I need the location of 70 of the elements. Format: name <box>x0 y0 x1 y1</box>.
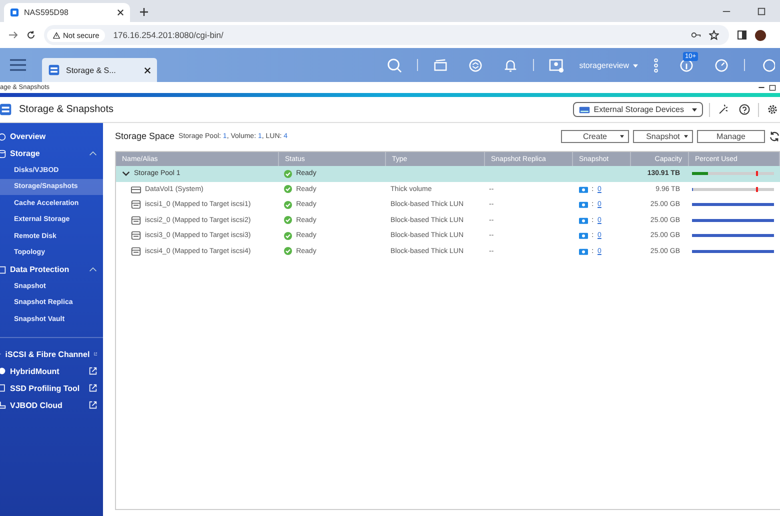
caret-icon <box>620 134 624 138</box>
section-title: Storage Space <box>115 131 175 141</box>
action-button[interactable]: Snapshot <box>633 130 693 142</box>
side-panel-icon[interactable] <box>737 30 747 40</box>
storage-app-icon <box>48 64 60 76</box>
lun-icon <box>131 216 141 225</box>
refresh-icon[interactable] <box>769 130 780 142</box>
lun-icon <box>131 246 141 256</box>
url-text: 176.16.254.201:8080/cgi-bin/ <box>113 30 224 40</box>
check-icon <box>284 170 292 178</box>
camera-icon <box>578 216 588 224</box>
volume-icon <box>131 184 141 194</box>
drive-icon <box>578 106 590 114</box>
reload-icon[interactable] <box>26 30 36 40</box>
close-icon[interactable] <box>144 66 151 74</box>
camera-icon <box>578 201 588 208</box>
sidebar-section[interactable]: Data Protection <box>0 261 103 278</box>
minimize-icon[interactable] <box>758 84 765 91</box>
menu-icon[interactable] <box>10 59 26 71</box>
check-icon <box>284 247 292 256</box>
external-link-icon <box>89 367 97 375</box>
sync-icon[interactable] <box>468 58 484 72</box>
sidebar-link[interactable]: VJBOD Cloud <box>0 396 103 414</box>
action-button[interactable]: Manage <box>697 130 765 142</box>
user-icon[interactable] <box>549 58 564 72</box>
external-link-icon <box>89 384 97 392</box>
forward-icon[interactable] <box>8 30 18 40</box>
app-title: Storage & Snapshots <box>19 104 114 115</box>
check-icon <box>284 200 292 209</box>
camera-icon <box>578 186 588 193</box>
action-button[interactable]: Create <box>561 130 629 142</box>
caret-icon <box>633 64 638 68</box>
gauge-icon[interactable] <box>714 58 729 72</box>
lun-icon <box>131 231 141 240</box>
external-link-icon <box>94 350 97 358</box>
warning-icon <box>53 32 60 38</box>
new-tab-icon[interactable] <box>140 8 148 16</box>
sidebar-link[interactable]: SSD Profiling Tool <box>0 380 103 396</box>
star-icon[interactable] <box>709 30 719 40</box>
bell-icon[interactable] <box>503 58 518 72</box>
external-link-icon <box>89 401 97 409</box>
search-icon[interactable] <box>387 58 402 72</box>
lun-icon <box>131 200 141 210</box>
close-icon[interactable] <box>117 9 124 16</box>
check-icon <box>284 185 292 194</box>
profile-avatar[interactable] <box>755 30 766 40</box>
sidebar-section[interactable]: Storage <box>0 145 103 162</box>
key-icon[interactable] <box>691 30 701 40</box>
chevron-icon[interactable] <box>122 170 130 178</box>
sidebar-link[interactable]: HybridMount <box>0 362 103 380</box>
camera-icon <box>578 232 588 240</box>
check-icon <box>284 216 292 224</box>
app-tab[interactable]: Storage & S... <box>42 58 157 82</box>
browser-tab[interactable]: NAS595D98 <box>4 3 130 22</box>
maximize-icon[interactable] <box>757 7 766 16</box>
sidebar-link[interactable]: iSCSI & Fibre Channel <box>0 346 103 362</box>
caret-icon <box>692 108 697 112</box>
settings-icon[interactable] <box>767 104 778 115</box>
cards-icon[interactable] <box>433 58 448 72</box>
caret-icon <box>684 134 688 138</box>
check-icon <box>284 232 292 240</box>
magic-wand-icon[interactable] <box>718 104 729 115</box>
help-icon[interactable] <box>739 104 750 115</box>
camera-icon <box>578 248 588 255</box>
sidebar-section[interactable]: Overview <box>0 128 103 145</box>
more-icon[interactable] <box>653 58 659 72</box>
external-storage-dropdown[interactable]: External Storage Devices <box>572 102 703 117</box>
site-icon <box>10 8 19 17</box>
info-icon[interactable] <box>679 58 694 72</box>
restore-icon[interactable] <box>769 84 776 91</box>
